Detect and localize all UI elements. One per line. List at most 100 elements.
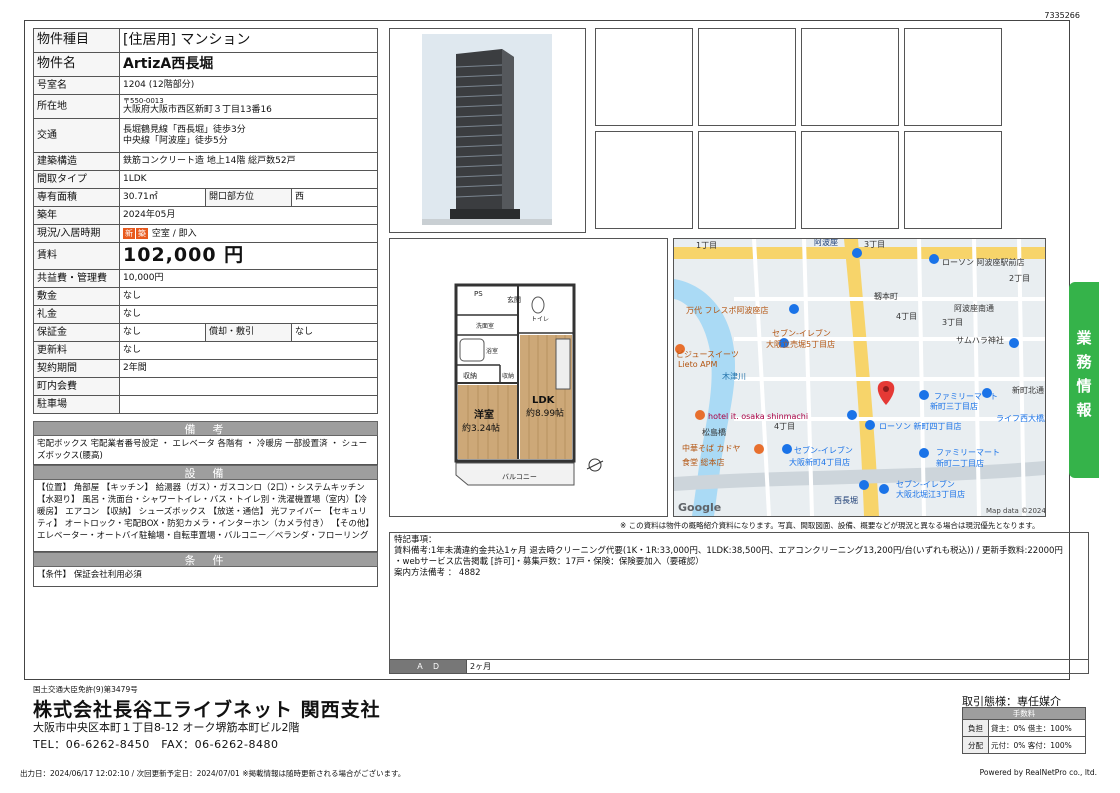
renewal-label: 更新料 <box>33 341 120 360</box>
plan-ldk: LDK <box>532 395 556 406</box>
plan-ps: PS <box>474 290 483 298</box>
plan-western-size: 約3.24帖 <box>462 422 500 434</box>
business-info-tab[interactable]: 業 務 情 報 <box>1069 282 1099 478</box>
parking-value <box>119 395 378 414</box>
location-label: 所在地 <box>33 94 120 119</box>
photo-thumbnail[interactable] <box>801 28 899 126</box>
plan-storage: 収納 <box>463 371 477 380</box>
conditions-header: 条 件 <box>33 552 378 567</box>
photo-thumbnail[interactable] <box>904 28 1002 126</box>
type-label: 物件種目 <box>33 28 120 53</box>
deposit-label: 敷金 <box>33 287 120 306</box>
special-notes-box: 特記事項： 賃料備考:1年未満違約金共込1ヶ月 退去時クリーニング代要(1K・1… <box>389 532 1089 674</box>
room-value: 1204 (12階部分) <box>119 76 378 95</box>
photo-thumbnail[interactable] <box>801 131 899 229</box>
transit-line-1: 長堀鶴見線「西長堀」徒歩3分 <box>123 125 246 136</box>
transit-value: 長堀鶴見線「西長堀」徒歩3分 中央線「阿波座」徒歩5分 <box>119 118 378 153</box>
photo-thumbnail[interactable] <box>595 131 693 229</box>
new-badge: 新 <box>123 227 135 239</box>
output-date: 出力日：2024/06/17 12:02:10 / 次回更新予定日：2024/0… <box>20 769 406 778</box>
distribution-value: 元付：0% 客付：100% <box>988 736 1086 754</box>
built-label: 築年 <box>33 206 120 225</box>
equipment-header: 設 備 <box>33 465 378 480</box>
company-name: 株式会社長谷工ライブネット 関西支社 <box>33 699 381 721</box>
map-label: 阿波座南通 <box>954 303 994 313</box>
disclaimer-note: ※ この資料は物件の概略紹介資料になります。写真、間取図面、設備、概要などが現況… <box>620 521 1040 530</box>
tab-char: 業 <box>1076 329 1092 347</box>
layout-label: 間取タイプ <box>33 170 120 189</box>
guarantee-label: 保証金 <box>33 323 120 342</box>
map-label: ファミリーマート <box>934 392 998 401</box>
deposit-value: なし <box>119 287 378 306</box>
guarantee-value: なし <box>119 323 206 342</box>
map-label: 靱本町 <box>874 291 898 301</box>
plan-ldk-size: 約8.99帖 <box>526 407 564 419</box>
map-label: Lieto APM <box>678 360 717 369</box>
rent-label: 賃料 <box>33 242 120 270</box>
location-map[interactable]: 1丁目 3丁目 阿波座 ローソン 阿波座駅前店 2丁目 靱本町 阿波座南通 万代… <box>673 238 1046 517</box>
plan-toilet: トイレ <box>531 316 549 323</box>
layout-value: 1LDK <box>119 170 378 189</box>
special-notes-title: 特記事項： <box>394 535 437 545</box>
map-label: 木津川 <box>722 371 746 381</box>
plan-entrance: 玄関 <box>507 295 521 304</box>
plan-storage-2: 収納 <box>502 372 514 380</box>
commission-table: 手数料 負担 貸主：0% 借主：100% 分配 元付：0% 客付：100% <box>962 707 1086 754</box>
special-notes-web: ・webサービス広告掲載 [許可]・募集戸数：17戸・保険：保険要加入（要確認） <box>394 557 704 567</box>
fee-value: 10,000円 <box>119 269 378 288</box>
transit-label: 交通 <box>33 118 120 153</box>
building-illustration <box>390 29 585 232</box>
area-label: 専有面積 <box>33 188 120 207</box>
map-label: ローソン 阿波座駅前店 <box>942 257 1025 267</box>
map-label: セブン-イレブン <box>896 479 955 489</box>
photo-thumbnail[interactable] <box>904 131 1002 229</box>
license-number: 国土交通大臣免許(9)第3479号 <box>33 685 138 694</box>
status-value: 新築 空室 / 即入 <box>119 224 378 243</box>
photo-thumbnail[interactable] <box>698 28 796 126</box>
map-drawing: 1丁目 3丁目 阿波座 ローソン 阿波座駅前店 2丁目 靱本町 阿波座南通 万代… <box>674 239 1045 516</box>
property-info-table: 物件種目 [住居用] マンション 物件名 ArtizA西長堀 号室名 1204 … <box>33 28 378 414</box>
facing-value: 西 <box>291 188 378 207</box>
photo-thumbnail[interactable] <box>698 131 796 229</box>
map-label: hotel it. osaka shinmachi <box>708 412 808 421</box>
floor-plan[interactable]: PS 玄関 洗面室 トイレ 浴室 収納 収納 LDK 約8.99帖 洋室 約3.… <box>389 238 668 517</box>
tab-char: 情 <box>1076 377 1092 395</box>
amortization-label: 償却・敷引 <box>205 323 292 342</box>
vacancy-text: 空室 / 即入 <box>151 228 197 239</box>
ad-label: Ａ Ｄ <box>390 660 466 673</box>
conditions-body: 【条件】 保証会社利用必須 <box>33 567 378 587</box>
powered-by: Powered by RealNetPro co., ltd. <box>979 768 1097 777</box>
map-label: 万代 フレスポ阿波座店 <box>686 305 769 315</box>
floor-plan-drawing: PS 玄関 洗面室 トイレ 浴室 収納 収納 LDK 約8.99帖 洋室 約3.… <box>390 239 667 516</box>
amortization-value: なし <box>291 323 378 342</box>
plan-washroom: 洗面室 <box>476 322 494 330</box>
photo-thumbnail[interactable] <box>595 28 693 126</box>
map-label: 1丁目 <box>696 241 717 250</box>
burden-label: 負担 <box>962 719 989 737</box>
property-id: 7335266 <box>1044 11 1080 20</box>
map-label: サムハラ神社 <box>956 335 1004 345</box>
map-label: 大阪新町4丁目店 <box>789 457 850 467</box>
building-photo[interactable] <box>389 28 586 233</box>
parking-label: 駐車場 <box>33 395 120 414</box>
equipment-body: 【位置】 角部屋 【キッチン】 給湯器（ガス）・ガスコンロ（2口）・システムキッ… <box>33 480 378 552</box>
ad-value: 2ヶ月 <box>466 660 491 673</box>
ad-row: Ａ Ｄ 2ヶ月 <box>390 659 1088 673</box>
rent-value: 102,000 円 <box>119 242 378 270</box>
tab-char: 報 <box>1076 401 1092 419</box>
area-value: 30.71㎡ <box>119 188 206 207</box>
town-fee-label: 町内会費 <box>33 377 120 396</box>
special-notes-rent: 賃料備考:1年未満違約金共込1ヶ月 退去時クリーニング代要(1K・1R:33,0… <box>394 546 1063 556</box>
map-label: 4丁目 <box>774 422 795 431</box>
commission-header: 手数料 <box>962 707 1086 720</box>
key-money-value: なし <box>119 305 378 324</box>
map-label: 中華そば カドヤ <box>682 443 741 453</box>
company-address: 大阪市中央区本町１丁目8-12 オーク堺筋本町ビル2階 <box>33 721 300 734</box>
map-label: セブン-イレブン <box>772 328 831 338</box>
key-money-label: 礼金 <box>33 305 120 324</box>
map-label: 新町三丁目店 <box>930 401 978 411</box>
map-label: 松島橋 <box>702 427 726 437</box>
status-label: 現況/入居時期 <box>33 224 120 243</box>
distribution-label: 分配 <box>962 736 989 754</box>
map-label: 西長堀 <box>834 496 858 505</box>
